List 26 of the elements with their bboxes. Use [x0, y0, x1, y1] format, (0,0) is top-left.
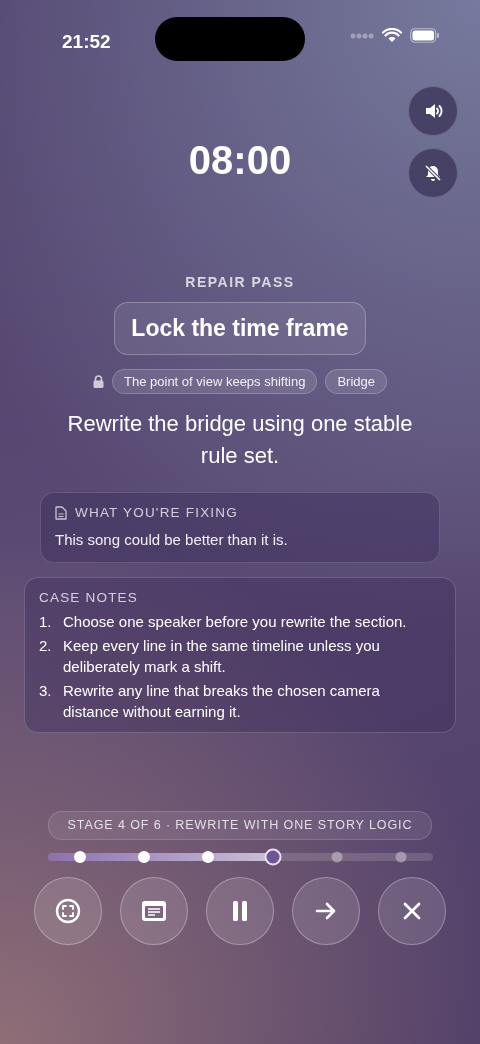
card-heading: CASE NOTES	[39, 588, 140, 607]
note-text: Keep every line in the same timeline unless you deliberately mark a shift.	[63, 636, 381, 677]
status-time: 21:52	[62, 30, 111, 54]
list-number: 2.	[39, 636, 53, 656]
signal-icon	[350, 32, 374, 39]
speaker-button[interactable]	[408, 86, 458, 136]
list-number: 3.	[39, 681, 53, 701]
card-heading: WHAT YOU'RE FIXING	[75, 504, 238, 522]
task-title: Lock the time frame	[114, 302, 366, 355]
instruction-text: Rewrite the bridge using one stable rule set.	[66, 410, 414, 470]
card-text: This song could be better than it is.	[55, 530, 289, 551]
speaker-icon	[423, 101, 443, 121]
document-icon	[55, 506, 67, 521]
note-text: Rewrite any line that breaks the chosen camera distance without earning it.	[63, 681, 381, 722]
muted-bell-button[interactable]	[408, 148, 458, 198]
wifi-icon	[382, 28, 402, 43]
stage-label: STAGE 4 OF 6 · REWRITE WITH ONE STORY LOGIC	[48, 811, 432, 840]
muted-bell-icon	[423, 163, 443, 183]
focus-icon	[55, 897, 81, 924]
note-text: Choose one speaker before you rewrite the section.	[63, 612, 407, 632]
battery-icon	[410, 28, 440, 43]
tag: Bridge	[325, 368, 387, 394]
section-label: REPAIR PASS	[185, 273, 295, 292]
countdown-timer: 08:00	[188, 137, 292, 184]
tag: The point of view keeps shifting	[112, 368, 318, 394]
list-number: 1.	[39, 612, 53, 632]
